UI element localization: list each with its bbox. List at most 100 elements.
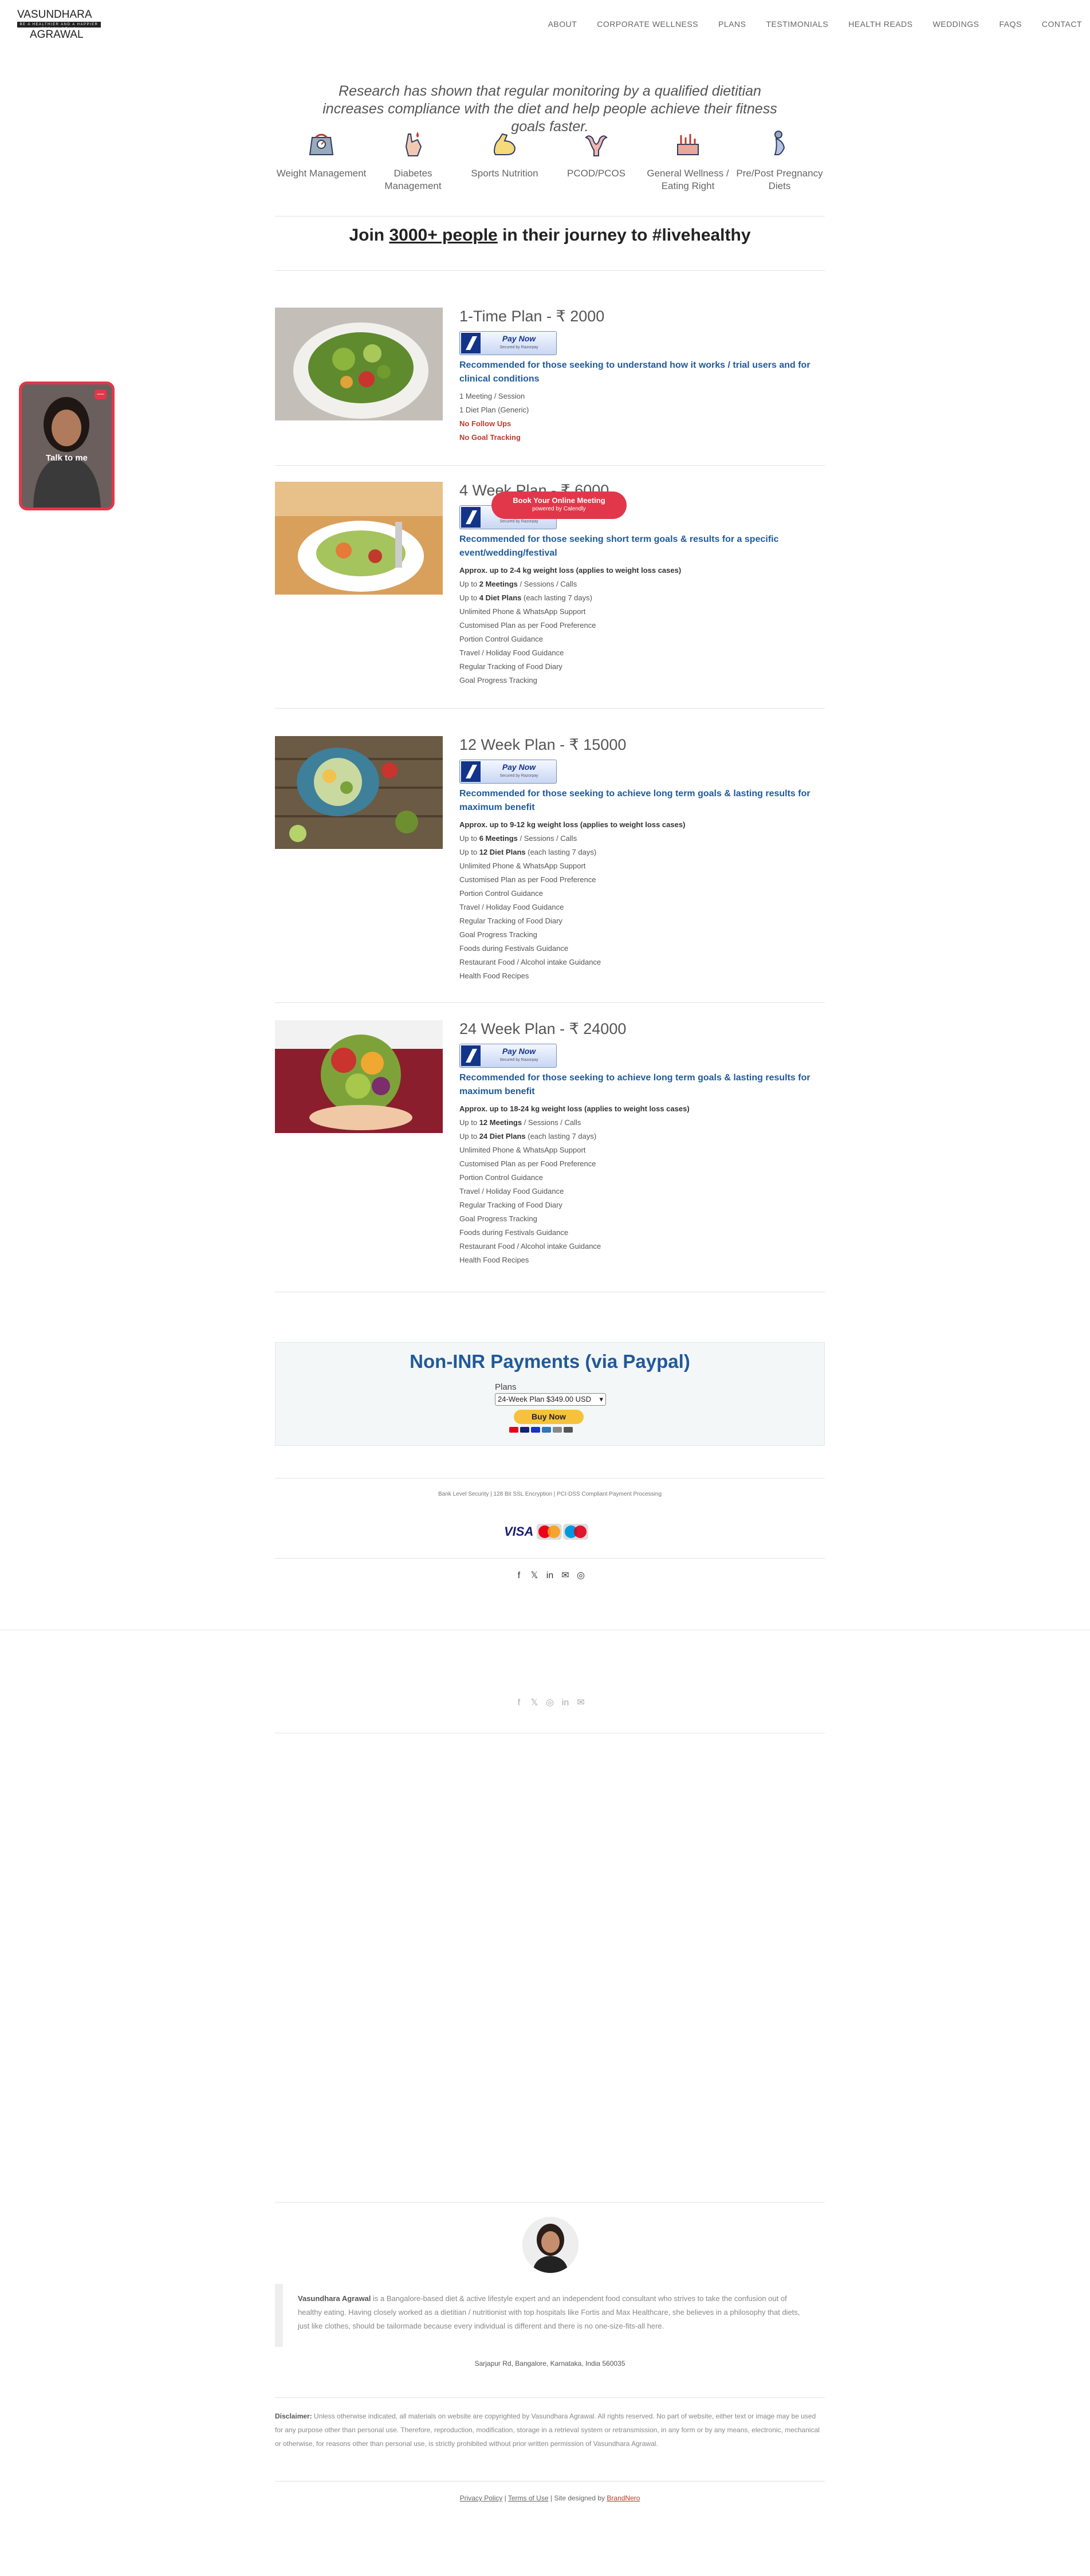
category-label: Sports Nutrition <box>471 168 538 179</box>
razorpay-icon <box>461 761 481 782</box>
plan-feature: 1 Meeting / Session <box>459 392 525 400</box>
accepted-cards: VISA <box>504 1524 589 1540</box>
plan-recommendation: Recommended for those seeking to achieve… <box>459 789 810 812</box>
plan-weight-loss: Approx. up to 18-24 kg weight loss (appl… <box>459 1104 690 1113</box>
instagram-icon[interactable]: ◎ <box>576 1571 586 1580</box>
nav-testimonials[interactable]: TESTIMONIALS <box>766 19 829 29</box>
separator: | <box>502 2494 508 2502</box>
paypal-selected-value: 24-Week Plan $349.00 USD <box>498 1395 592 1403</box>
pay-now-button[interactable]: Pay Now Secured by Razorpay <box>459 760 557 784</box>
paypal-title: Non-INR Payments (via Paypal) <box>410 1351 690 1372</box>
disclaimer: Disclaimer: Unless otherwise indicated, … <box>275 2409 825 2451</box>
nav-health-reads[interactable]: HEALTH READS <box>848 19 912 29</box>
visa-icon <box>531 1427 540 1433</box>
designed-by-text: Site designed by <box>554 2494 605 2502</box>
category-label: Diabetes Management <box>384 168 442 191</box>
privacy-policy-link[interactable]: Privacy Policy <box>460 2494 503 2502</box>
pregnancy-icon <box>762 127 797 162</box>
visa-logo: VISA <box>504 1524 534 1539</box>
plan-recommendation: Recommended for those seeking short term… <box>459 534 779 558</box>
plan-title: 1-Time Plan - ₹ 2000 <box>459 308 605 325</box>
mastercard-logo <box>537 1524 562 1540</box>
facebook-icon[interactable]: f <box>514 1698 524 1708</box>
pay-secured-label: Secured by Razorpay <box>499 774 538 778</box>
divider <box>275 1558 825 1559</box>
mail-icon[interactable]: ✉ <box>576 1698 586 1708</box>
mastercard-icon <box>509 1427 518 1433</box>
paypal-buy-now-button[interactable]: Buy Now <box>514 1410 584 1424</box>
nav-about[interactable]: ABOUT <box>548 19 577 29</box>
category-label: PCOD/PCOS <box>566 168 626 179</box>
social-links: f 𝕏 in ✉ ◎ <box>275 1571 825 1580</box>
maestro-icon <box>520 1427 529 1433</box>
facebook-icon[interactable]: f <box>514 1571 524 1580</box>
address: Sarjapur Rd, Bangalore, Karnataka, India… <box>474 2359 625 2367</box>
plan-diet-plans: Up to 24 Diet Plans (each lasting 7 days… <box>459 1132 597 1140</box>
amex-icon <box>542 1427 551 1433</box>
join-link[interactable]: 3000+ people <box>389 226 497 245</box>
linkedin-icon[interactable]: in <box>545 1571 555 1580</box>
author-description: is a Bangalore-based diet & active lifes… <box>298 2294 800 2330</box>
category-general-wellness: General Wellness / Eating Right <box>642 127 734 192</box>
terms-of-use-link[interactable]: Terms of Use <box>508 2494 549 2502</box>
pay-now-button[interactable]: Pay Now Secured by Razorpay <box>459 331 557 355</box>
linkedin-icon[interactable]: in <box>561 1698 570 1708</box>
plan-feature: Regular Tracking of Food Diary <box>459 662 562 671</box>
plan-feature: Travel / Holiday Food Guidance <box>459 1187 564 1195</box>
plan-image-breakfast <box>275 482 443 595</box>
razorpay-icon <box>461 1045 481 1066</box>
plan-feature: Customised Plan as per Food Preference <box>459 1159 596 1168</box>
security-text: Bank Level Security | 128 Bit SSL Encryp… <box>438 1491 662 1497</box>
plan-image-salad <box>275 308 443 420</box>
nav-corporate-wellness[interactable]: CORPORATE WELLNESS <box>597 19 698 29</box>
pay-secured-label: Secured by Razorpay <box>499 520 538 524</box>
plan-details: 1-Time Plan - ₹ 2000 Pay Now Secured by … <box>459 308 825 445</box>
calendly-label: Book Your Online Meeting <box>513 496 605 505</box>
nav-weddings[interactable]: WEDDINGS <box>933 19 979 29</box>
paypal-plans-label: Plans <box>495 1382 517 1392</box>
category-label: Weight Management <box>276 168 367 179</box>
plan-feature: Health Food Recipes <box>459 1256 529 1264</box>
twitter-icon[interactable]: 𝕏 <box>530 1698 540 1708</box>
calendly-powered-by: powered by Calendly <box>532 506 586 512</box>
paypal-plan-select[interactable]: 24-Week Plan $349.00 USD ▾ <box>495 1393 606 1406</box>
brandnero-link[interactable]: BrandNero <box>607 2494 640 2502</box>
plan-feature: Unlimited Phone & WhatsApp Support <box>459 1146 586 1154</box>
nav-faqs[interactable]: FAQS <box>1000 19 1022 29</box>
site-logo[interactable]: VASUNDHARA BE A HEALTHIER AND A HAPPIER … <box>17 9 102 41</box>
nav-plans[interactable]: PLANS <box>718 19 746 29</box>
join-post: in their journey to #livehealthy <box>497 226 751 245</box>
plan-feature: Customised Plan as per Food Preference <box>459 875 596 884</box>
nav-contact[interactable]: CONTACT <box>1042 19 1082 29</box>
category-pcod: PCOD/PCOS <box>550 127 642 192</box>
plan-recommendation: Recommended for those seeking to underst… <box>459 360 810 384</box>
service-categories: Weight Management Diabetes Management Sp… <box>276 127 825 192</box>
minimize-icon[interactable]: — <box>95 390 107 399</box>
logo-line-1: VASUNDHARA <box>17 9 92 21</box>
category-weight-management: Weight Management <box>276 127 367 192</box>
pay-now-label: Pay Now <box>502 334 536 343</box>
muscle-icon <box>487 127 522 162</box>
plan-diet-plans: Up to 4 Diet Plans (each lasting 7 days) <box>459 593 592 602</box>
paypal-card-logos <box>509 1427 573 1433</box>
pay-now-button[interactable]: Pay Now Secured by Razorpay <box>459 1044 557 1068</box>
plan-details: 24 Week Plan - ₹ 24000 Pay Now Secured b… <box>459 1020 825 1267</box>
plan-feature: Regular Tracking of Food Diary <box>459 917 562 925</box>
category-diabetes: Diabetes Management <box>367 127 459 192</box>
twitter-icon[interactable]: 𝕏 <box>530 1571 540 1580</box>
divider <box>275 1002 825 1003</box>
razorpay-icon <box>461 333 481 353</box>
calendly-booking-button[interactable]: Book Your Online Meeting powered by Cale… <box>491 491 627 519</box>
maestro-logo <box>563 1524 589 1540</box>
category-label: Pre/Post Pregnancy Diets <box>736 168 823 191</box>
divider <box>275 2202 825 2203</box>
talk-to-me-widget[interactable]: — Talk to me <box>19 382 115 510</box>
plan-feature: Foods during Festivals Guidance <box>459 1228 569 1237</box>
category-pregnancy: Pre/Post Pregnancy Diets <box>734 127 825 192</box>
instagram-icon[interactable]: ◎ <box>545 1698 555 1708</box>
mail-icon[interactable]: ✉ <box>561 1571 570 1580</box>
plan-meetings: Up to 12 Meetings / Sessions / Calls <box>459 1118 581 1127</box>
plan-limitation: No Follow Ups <box>459 419 511 428</box>
pay-secured-label: Secured by Razorpay <box>499 1058 538 1062</box>
plan-image-bowl <box>275 736 443 849</box>
